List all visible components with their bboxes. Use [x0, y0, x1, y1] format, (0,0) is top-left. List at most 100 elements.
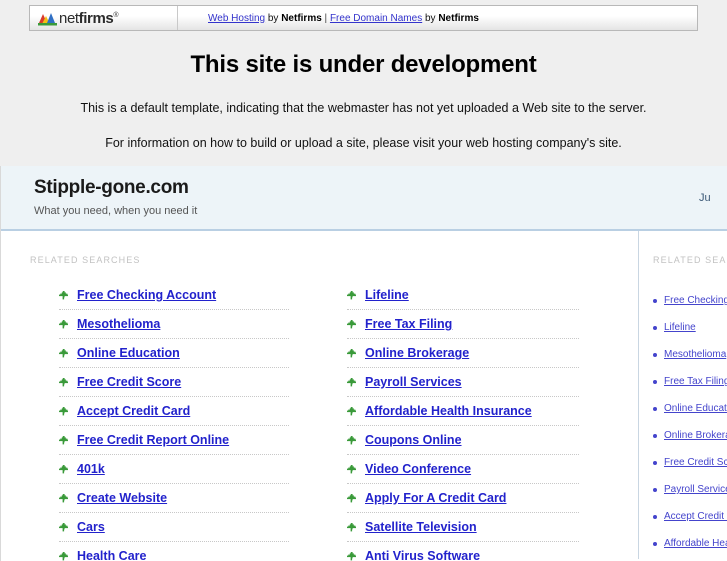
- related-search-link[interactable]: Online Brokerage: [365, 346, 469, 360]
- link-divider: |: [321, 12, 330, 24]
- sidebar-search-row[interactable]: Lifeline: [653, 314, 727, 341]
- domain-tagline: What you need, when you need it: [34, 205, 198, 218]
- related-search-row[interactable]: Free Tax Filing: [347, 310, 579, 339]
- sidebar-search-link[interactable]: Affordable Health Insurance: [664, 538, 727, 549]
- domain-name: Stipple-gone.com: [34, 177, 189, 199]
- related-search-link[interactable]: Free Checking Account: [77, 288, 216, 302]
- related-search-row[interactable]: Cars: [59, 513, 289, 542]
- related-search-link[interactable]: Payroll Services: [365, 375, 462, 389]
- arrow-bullet-icon: [59, 377, 68, 387]
- related-searches-main: RELATED SEARCHES Free Checking Account Me…: [1, 231, 638, 561]
- related-search-link[interactable]: Mesothelioma: [77, 317, 160, 331]
- sidebar-search-row[interactable]: Free Checking Account: [653, 287, 727, 314]
- dot-bullet-icon: [653, 379, 657, 384]
- related-search-row[interactable]: Satellite Television: [347, 513, 579, 542]
- related-searches-grid: Free Checking Account Mesothelioma Online …: [1, 265, 638, 561]
- related-search-link[interactable]: Affordable Health Insurance: [365, 404, 532, 418]
- related-search-row[interactable]: Online Education: [59, 339, 289, 368]
- sidebar-label: RELATED SEARCHES: [653, 255, 727, 265]
- related-search-row[interactable]: Accept Credit Card: [59, 397, 289, 426]
- free-domain-names-link[interactable]: Free Domain Names: [330, 13, 422, 24]
- sidebar-search-row[interactable]: Accept Credit Card: [653, 503, 727, 530]
- related-search-row[interactable]: Video Conference: [347, 455, 579, 484]
- related-search-link[interactable]: Free Tax Filing: [365, 317, 452, 331]
- sidebar-search-row[interactable]: Free Tax Filing: [653, 368, 727, 395]
- related-search-link[interactable]: Free Credit Report Online: [77, 433, 229, 447]
- dot-bullet-icon: [653, 433, 657, 438]
- sidebar-search-row[interactable]: Mesothelioma: [653, 341, 727, 368]
- arrow-bullet-icon: [347, 435, 356, 445]
- logo-text-bold: firms: [78, 9, 114, 27]
- related-search-link[interactable]: Health Care: [77, 549, 146, 561]
- arrow-bullet-icon: [59, 319, 68, 329]
- arrow-bullet-icon: [59, 406, 68, 416]
- parked-domain-section: Stipple-gone.com What you need, when you…: [0, 166, 727, 561]
- sidebar-search-link[interactable]: Payroll Services: [664, 484, 727, 495]
- domain-banner: Stipple-gone.com What you need, when you…: [1, 166, 727, 231]
- dot-bullet-icon: [653, 406, 657, 411]
- web-hosting-link[interactable]: Web Hosting: [208, 13, 265, 24]
- sidebar-search-link[interactable]: Free Credit Score: [664, 457, 727, 468]
- related-search-link[interactable]: Online Education: [77, 346, 180, 360]
- page-title: This site is under development: [190, 51, 537, 78]
- topbar-links: Web Hosting by Netfirms | Free Domain Na…: [178, 13, 479, 24]
- sidebar-search-link[interactable]: Free Checking Account: [664, 295, 727, 306]
- sidebar-search-link[interactable]: Accept Credit Card: [664, 511, 727, 522]
- sidebar-search-link[interactable]: Lifeline: [664, 322, 696, 333]
- sidebar-search-row[interactable]: Online Brokerage: [653, 422, 727, 449]
- related-search-row[interactable]: 401k: [59, 455, 289, 484]
- sidebar-search-row[interactable]: Affordable Health Insurance: [653, 530, 727, 557]
- sidebar-search-row[interactable]: Free Credit Score: [653, 449, 727, 476]
- sidebar-search-link[interactable]: Online Education: [664, 403, 727, 414]
- related-searches-content: RELATED SEARCHES Free Checking Account Me…: [1, 231, 727, 561]
- netfirms-logo[interactable]: netfirms®: [30, 6, 178, 30]
- by-label-2: by: [422, 12, 439, 24]
- logo-text-light: net: [59, 9, 79, 27]
- related-search-link[interactable]: Accept Credit Card: [77, 404, 190, 418]
- related-search-row[interactable]: Online Brokerage: [347, 339, 579, 368]
- sidebar-search-row[interactable]: Online Education: [653, 395, 727, 422]
- topbar-container: netfirms® Web Hosting by Netfirms | Free…: [0, 0, 727, 31]
- sidebar-search-link[interactable]: Online Brokerage: [664, 430, 727, 441]
- related-search-link[interactable]: Apply For A Credit Card: [365, 491, 506, 505]
- related-search-link[interactable]: Satellite Television: [365, 520, 477, 534]
- related-search-row[interactable]: Payroll Services: [347, 368, 579, 397]
- dot-bullet-icon: [653, 460, 657, 465]
- related-search-row[interactable]: Free Checking Account: [59, 281, 289, 310]
- arrow-bullet-icon: [59, 522, 68, 532]
- netfirms-topbar: netfirms® Web Hosting by Netfirms | Free…: [29, 5, 698, 31]
- related-search-link[interactable]: Create Website: [77, 491, 167, 505]
- related-search-link[interactable]: Coupons Online: [365, 433, 462, 447]
- related-search-row[interactable]: Free Credit Report Online: [59, 426, 289, 455]
- related-searches-column-2: Lifeline Free Tax Filing Online Brokerage P…: [289, 281, 579, 561]
- arrow-bullet-icon: [347, 551, 356, 561]
- dot-bullet-icon: [653, 325, 657, 330]
- related-search-row[interactable]: Apply For A Credit Card: [347, 484, 579, 513]
- related-search-link[interactable]: Cars: [77, 520, 105, 534]
- sidebar-search-link[interactable]: Mesothelioma: [664, 349, 726, 360]
- brand-label-2: Netfirms: [438, 12, 479, 24]
- related-searches-column-1: Free Checking Account Mesothelioma Online …: [1, 281, 289, 561]
- related-search-link[interactable]: Video Conference: [365, 462, 471, 476]
- related-search-link[interactable]: 401k: [77, 462, 105, 476]
- related-search-link[interactable]: Anti Virus Software: [365, 549, 480, 561]
- logo-trademark: ®: [113, 11, 119, 19]
- related-search-row[interactable]: Free Credit Score: [59, 368, 289, 397]
- sidebar-search-link[interactable]: Free Tax Filing: [664, 376, 727, 387]
- related-search-row[interactable]: Affordable Health Insurance: [347, 397, 579, 426]
- intro-paragraph-1: This is a default template, indicating t…: [80, 101, 647, 115]
- related-search-link[interactable]: Free Credit Score: [77, 375, 181, 389]
- related-search-row[interactable]: Lifeline: [347, 281, 579, 310]
- related-search-row[interactable]: Mesothelioma: [59, 310, 289, 339]
- related-search-row[interactable]: Create Website: [59, 484, 289, 513]
- arrow-bullet-icon: [347, 290, 356, 300]
- arrow-bullet-icon: [59, 348, 68, 358]
- arrow-bullet-icon: [347, 493, 356, 503]
- arrow-bullet-icon: [59, 464, 68, 474]
- sidebar-search-row[interactable]: Payroll Services: [653, 476, 727, 503]
- arrow-bullet-icon: [59, 551, 68, 561]
- dot-bullet-icon: [653, 298, 657, 303]
- related-search-link[interactable]: Lifeline: [365, 288, 409, 302]
- intro-paragraph-2: For information on how to build or uploa…: [105, 136, 622, 150]
- related-search-row[interactable]: Coupons Online: [347, 426, 579, 455]
